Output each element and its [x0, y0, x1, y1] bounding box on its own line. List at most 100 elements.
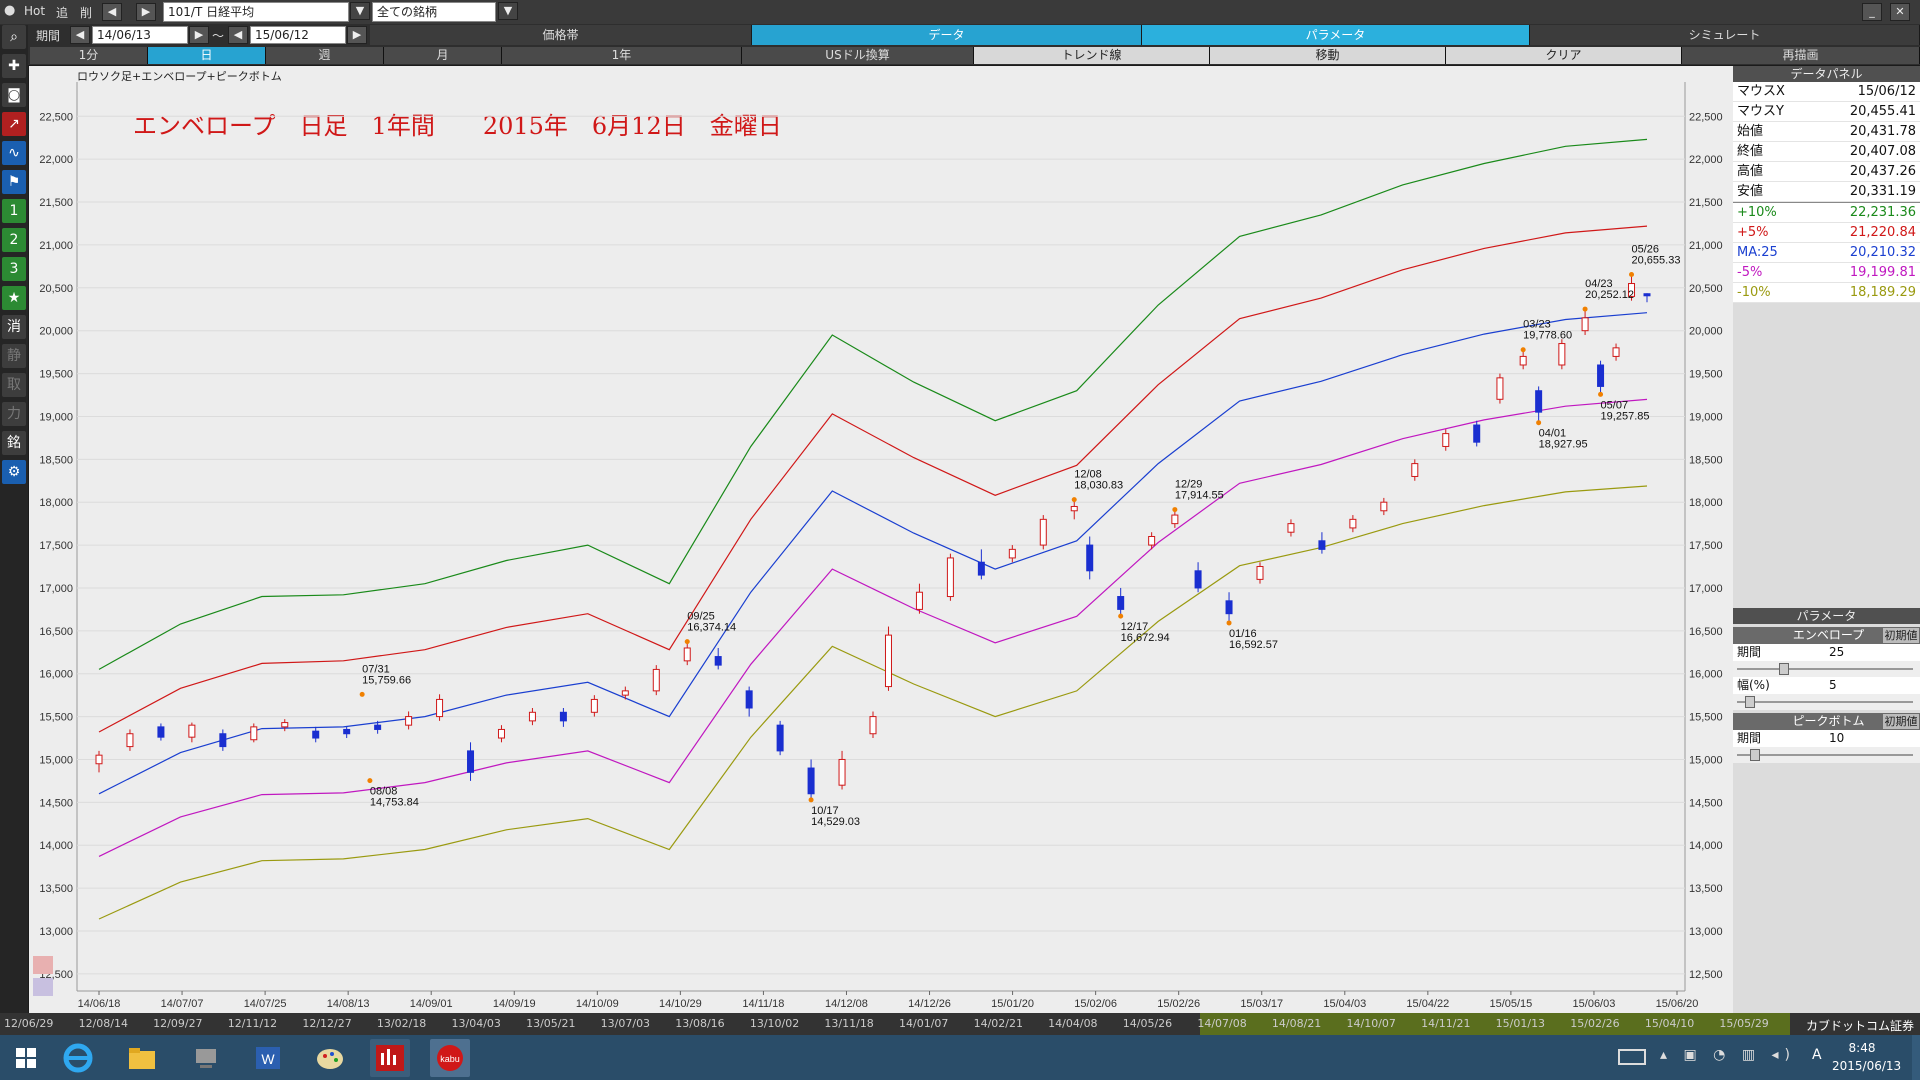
date-to-input[interactable]: 15/06/12 [250, 26, 346, 44]
chart-blue-icon[interactable]: ∿ [2, 141, 26, 165]
kabu-chart-icon[interactable] [370, 1039, 410, 1077]
peak-period-slider[interactable] [1733, 747, 1920, 763]
erase-button[interactable]: 消 [2, 315, 26, 339]
envelope-width-row: 幅(%) 5 [1733, 677, 1920, 694]
ime-indicator[interactable]: A [1812, 1047, 1822, 1063]
power-button[interactable]: 力 [2, 402, 26, 426]
candle-body [1612, 347, 1620, 357]
hot-button[interactable]: Hot [24, 4, 45, 18]
star-icon[interactable]: ★ [2, 286, 26, 310]
ie-icon[interactable] [58, 1039, 98, 1077]
explorer-icon[interactable] [122, 1039, 162, 1077]
date-to-prev-button[interactable]: ◀ [228, 26, 248, 44]
preset-1-button[interactable]: 1 [2, 199, 26, 223]
clock-date[interactable]: 2015/06/13 [1832, 1059, 1901, 1073]
y-tick-label-right: 13,500 [1689, 883, 1723, 895]
chart-red-icon[interactable]: ↗ [2, 112, 26, 136]
slider-thumb[interactable] [1750, 749, 1761, 761]
market-select[interactable]: 全ての銘柄 [372, 2, 496, 22]
zoom-tool-icon [33, 956, 53, 974]
candle-body [1256, 566, 1264, 580]
network-icon[interactable] [186, 1039, 226, 1077]
peak-period-value[interactable]: 10 [1829, 730, 1844, 747]
windows-start-icon[interactable] [6, 1039, 46, 1077]
take-button[interactable]: 取 [2, 373, 26, 397]
date-to-next-button[interactable]: ▶ [347, 26, 367, 44]
clear-button[interactable]: クリア [1446, 47, 1682, 64]
date-from-next-button[interactable]: ▶ [189, 26, 209, 44]
minimize-button[interactable]: _ [1862, 3, 1882, 21]
timeframe-1min-button[interactable]: 1分 [30, 47, 148, 64]
timeframe-year-button[interactable]: 1年 [502, 47, 742, 64]
date-from-input[interactable]: 14/06/13 [92, 26, 188, 44]
timeframe-week-button[interactable]: 週 [266, 47, 384, 64]
paint-logo [317, 1049, 343, 1069]
usd-convert-button[interactable]: USドル換算 [742, 47, 974, 64]
timeline-date-label: 13/02/18 [376, 1017, 427, 1030]
trend-line-button[interactable]: トレンド線 [974, 47, 1210, 64]
redraw-button[interactable]: 再描画 [1682, 47, 1920, 64]
symbol-dropdown-button[interactable]: ▼ [350, 2, 370, 20]
parameter-title: パラメータ [1733, 608, 1920, 624]
lightbulb-icon[interactable]: ● [4, 3, 18, 21]
word-icon[interactable]: W [248, 1039, 288, 1077]
broker-brand: カブドットコム証券 [1805, 1019, 1914, 1033]
x-tick-label: 14/09/01 [410, 998, 453, 1010]
static-button[interactable]: 静 [2, 344, 26, 368]
add-button[interactable]: 追 [56, 4, 68, 21]
chart-area[interactable]: ロウソク足+エンベロープ+ピークボトム エンベロープ 日足 1年間 2015年 … [29, 66, 1733, 1013]
tab-simulate[interactable]: シミュレート [1530, 25, 1920, 45]
peak-bottom-reset-button[interactable]: 初期値 [1883, 714, 1919, 729]
y-tick-label-left: 14,500 [39, 797, 73, 809]
envelope-reset-button[interactable]: 初期値 [1883, 628, 1919, 643]
preset-2-button[interactable]: 2 [2, 228, 26, 252]
candle-body [1380, 501, 1388, 512]
next-symbol-button[interactable]: ▶ [136, 3, 156, 21]
slider-thumb[interactable] [1745, 696, 1756, 708]
candle-body [915, 591, 923, 610]
envelope-period-value[interactable]: 25 [1829, 644, 1844, 661]
slider-track [1737, 701, 1913, 703]
symbol-input[interactable]: 101/T 日経平均 [163, 2, 349, 22]
data-panel-value: 15/06/12 [1857, 84, 1916, 99]
close-button[interactable]: ✕ [1890, 3, 1910, 21]
date-from-prev-button[interactable]: ◀ [70, 26, 90, 44]
y-tick-label-right: 15,500 [1689, 712, 1723, 724]
tray-icons[interactable]: ▴ ▣ ◔ ▥ ◂) [1660, 1047, 1796, 1063]
annotation-value: 16,592.57 [1229, 639, 1278, 651]
envelope-width-value[interactable]: 5 [1829, 677, 1837, 694]
preset-3-button[interactable]: 3 [2, 257, 26, 281]
candle-body [157, 726, 165, 738]
camera-icon[interactable]: ◙ [2, 83, 26, 107]
timeframe-month-button[interactable]: 月 [384, 47, 502, 64]
candle-body [497, 728, 505, 739]
clock-time[interactable]: 8:48 [1832, 1041, 1892, 1055]
tab-price-band[interactable]: 価格帯 [370, 25, 752, 45]
search-icon[interactable]: ⌕ [2, 25, 26, 49]
paint-icon[interactable] [310, 1039, 350, 1077]
stock-button[interactable]: 銘 [2, 431, 26, 455]
data-panel-label: 始値 [1737, 124, 1764, 139]
flag-icon[interactable]: ⚑ [2, 170, 26, 194]
timeframe-day-button[interactable]: 日 [148, 47, 266, 64]
keyboard-icon[interactable] [1618, 1049, 1646, 1065]
chart-tool-icon [33, 978, 53, 996]
tab-parameter[interactable]: パラメータ [1142, 25, 1530, 45]
gear-icon[interactable]: ⚙ [2, 460, 26, 484]
plus-icon[interactable]: ✚ [2, 54, 26, 78]
delete-button[interactable]: 削 [80, 4, 92, 21]
chart-plot[interactable]: 22,500 22,500 22,000 22,000 21,500 21,500 21,0… [29, 66, 1733, 1013]
show-desktop-button[interactable] [1912, 1035, 1920, 1080]
slider-thumb[interactable] [1778, 663, 1789, 675]
timeline-scroller[interactable]: 12/06/29 12/08/14 12/09/27 12/11/12 12/12/27… [0, 1013, 1920, 1035]
market-dropdown-button[interactable]: ▼ [498, 2, 518, 20]
envelope-period-slider[interactable] [1733, 661, 1920, 677]
parameter-section: パラメータ エンベロープ 初期値 期間 25 幅(%) 5 ピークボトム 初期値… [1733, 608, 1920, 763]
envelope-width-slider[interactable] [1733, 694, 1920, 710]
tab-data[interactable]: データ [752, 25, 1142, 45]
move-button[interactable]: 移動 [1210, 47, 1446, 64]
prev-symbol-button[interactable]: ◀ [102, 3, 122, 21]
y-tick-label-right: 21,500 [1689, 197, 1723, 209]
kabucom-icon[interactable]: kabu [430, 1039, 470, 1077]
candle-body [1194, 570, 1202, 589]
